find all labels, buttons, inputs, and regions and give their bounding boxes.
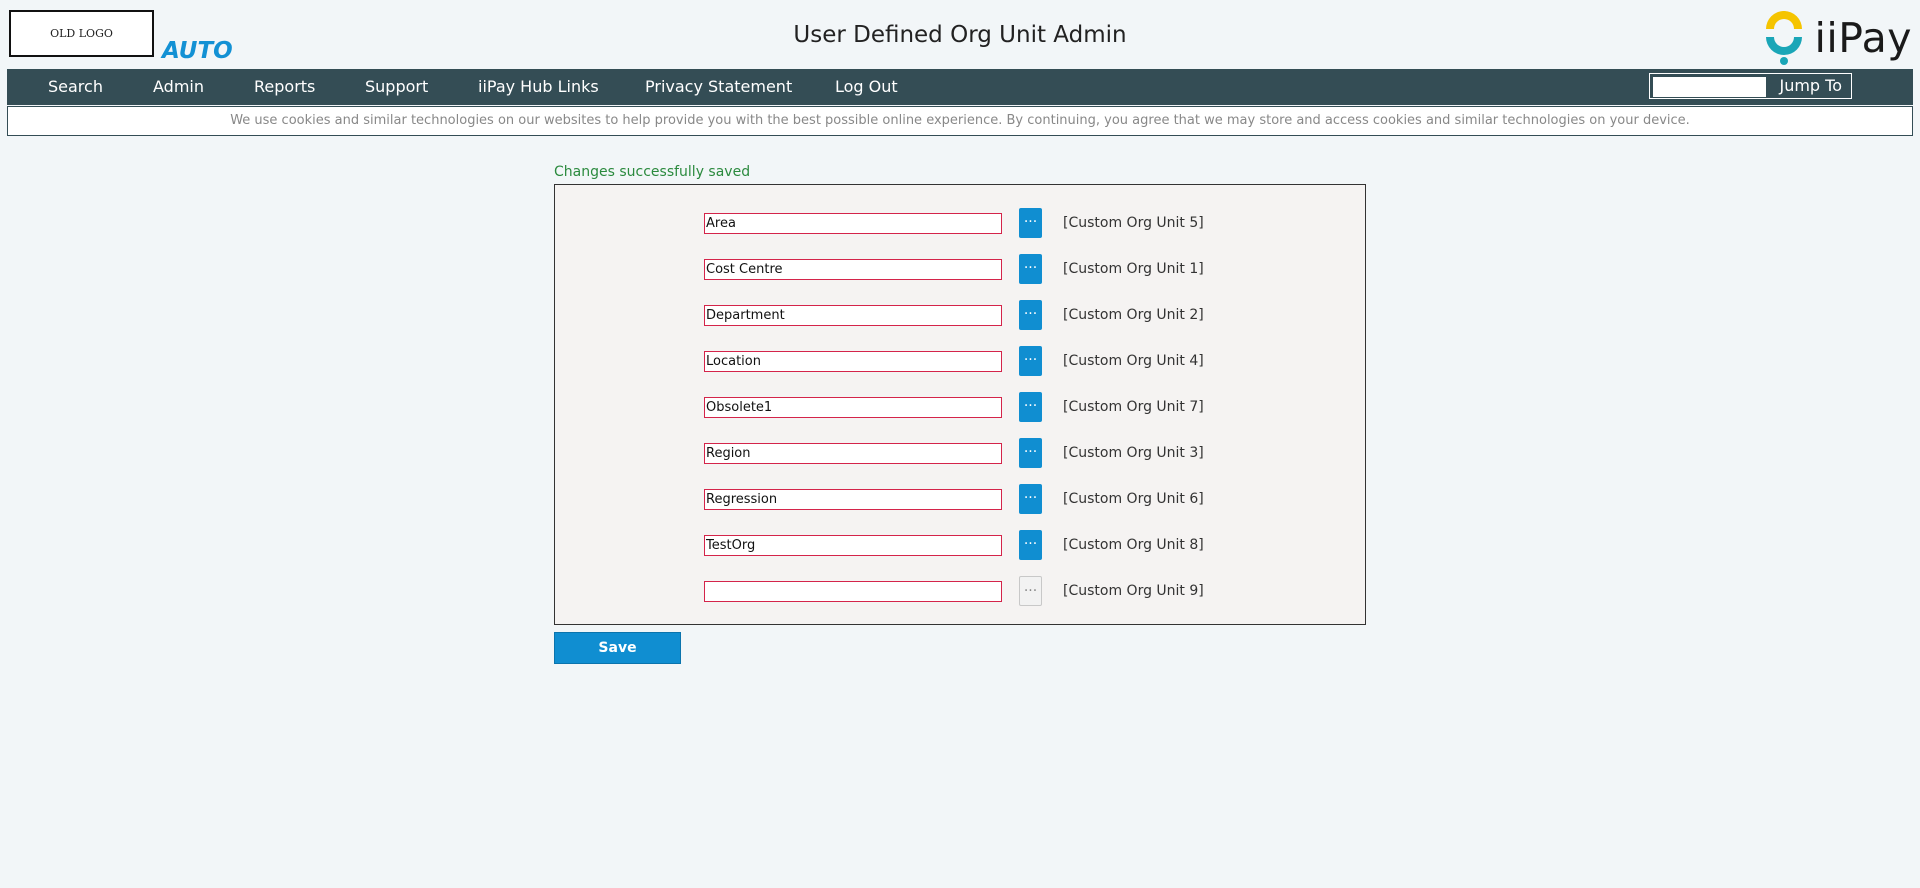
org-unit-label: [Custom Org Unit 5] (1063, 215, 1204, 231)
nav-item-privacy[interactable]: Privacy Statement (645, 69, 792, 105)
org-unit-name-input[interactable] (704, 305, 1002, 326)
org-unit-label: [Custom Org Unit 7] (1063, 399, 1204, 415)
nav-item-hub-links[interactable]: iiPay Hub Links (478, 69, 599, 105)
org-unit-panel: ··· [Custom Org Unit 5] ··· [Custom Org … (554, 184, 1366, 625)
org-unit-name-input[interactable] (704, 489, 1002, 510)
nav-item-support[interactable]: Support (365, 69, 428, 105)
org-unit-edit-button[interactable]: ··· (1019, 392, 1042, 422)
org-unit-name-input[interactable] (704, 351, 1002, 372)
iipay-logo-icon (1766, 11, 1803, 65)
org-unit-label: [Custom Org Unit 6] (1063, 491, 1204, 507)
org-unit-row: ··· [Custom Org Unit 4] (555, 346, 1365, 376)
org-unit-name-input[interactable] (704, 581, 1002, 602)
org-unit-edit-button-disabled: ··· (1019, 576, 1042, 606)
org-unit-edit-button[interactable]: ··· (1019, 530, 1042, 560)
org-unit-row: ··· [Custom Org Unit 5] (555, 208, 1365, 238)
nav-item-admin[interactable]: Admin (153, 69, 204, 105)
org-unit-label: [Custom Org Unit 2] (1063, 307, 1204, 323)
org-unit-name-input[interactable] (704, 443, 1002, 464)
main-navbar: Search Admin Reports Support iiPay Hub L… (7, 69, 1913, 105)
jump-to-input[interactable] (1653, 77, 1766, 97)
org-unit-name-input[interactable] (704, 535, 1002, 556)
org-unit-label: [Custom Org Unit 4] (1063, 353, 1204, 369)
org-unit-row: ··· [Custom Org Unit 3] (555, 438, 1365, 468)
header: OLD LOGO AUTO User Defined Org Unit Admi… (0, 0, 1920, 69)
status-message: Changes successfully saved (554, 164, 751, 180)
org-unit-label: [Custom Org Unit 8] (1063, 537, 1204, 553)
jump-to-box: Jump To (1649, 73, 1852, 99)
nav-item-logout[interactable]: Log Out (835, 69, 898, 105)
org-unit-row: ··· [Custom Org Unit 7] (555, 392, 1365, 422)
nav-item-reports[interactable]: Reports (254, 69, 315, 105)
org-unit-edit-button[interactable]: ··· (1019, 438, 1042, 468)
iipay-brand-text: iiPay (1814, 14, 1912, 62)
iipay-logo: iiPay (1762, 9, 1912, 67)
org-unit-edit-button[interactable]: ··· (1019, 484, 1042, 514)
org-unit-edit-button[interactable]: ··· (1019, 254, 1042, 284)
cookie-notice: We use cookies and similar technologies … (7, 106, 1913, 136)
org-unit-name-input[interactable] (704, 213, 1002, 234)
org-unit-row: ··· [Custom Org Unit 1] (555, 254, 1365, 284)
save-button[interactable]: Save (554, 632, 681, 664)
org-unit-row: ··· [Custom Org Unit 8] (555, 530, 1365, 560)
org-unit-edit-button[interactable]: ··· (1019, 208, 1042, 238)
org-unit-row: ··· [Custom Org Unit 9] (555, 576, 1365, 606)
org-unit-label: [Custom Org Unit 9] (1063, 583, 1204, 599)
org-unit-edit-button[interactable]: ··· (1019, 300, 1042, 330)
org-unit-edit-button[interactable]: ··· (1019, 346, 1042, 376)
org-unit-row: ··· [Custom Org Unit 6] (555, 484, 1365, 514)
org-unit-label: [Custom Org Unit 3] (1063, 445, 1204, 461)
org-unit-name-input[interactable] (704, 397, 1002, 418)
org-unit-label: [Custom Org Unit 1] (1063, 261, 1204, 277)
page-title: User Defined Org Unit Admin (793, 22, 1127, 48)
nav-item-search[interactable]: Search (48, 69, 103, 105)
jump-to-button[interactable]: Jump To (1779, 74, 1842, 98)
org-unit-name-input[interactable] (704, 259, 1002, 280)
org-unit-row: ··· [Custom Org Unit 2] (555, 300, 1365, 330)
